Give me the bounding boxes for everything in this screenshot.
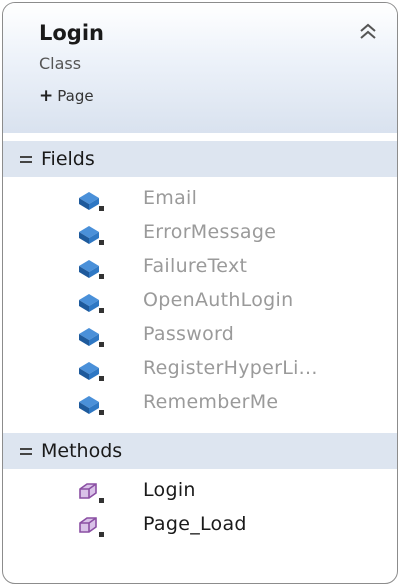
method-item[interactable]: Page_Load — [3, 509, 397, 543]
field-name: RegisterHyperLi... — [143, 357, 318, 379]
field-name: Password — [143, 323, 235, 345]
field-item[interactable]: OpenAuthLogin — [3, 285, 397, 319]
class-diagram-shape[interactable]: Login Class + Page Fields Email ErrorMess… — [2, 2, 398, 584]
methods-section-label: Methods — [41, 440, 123, 462]
field-item[interactable]: Email — [3, 183, 397, 217]
field-icon — [79, 226, 104, 245]
field-name: OpenAuthLogin — [143, 289, 294, 311]
method-icon — [79, 517, 104, 537]
field-name: RememberMe — [143, 391, 279, 413]
method-name: Page_Load — [143, 513, 247, 535]
field-icon — [79, 192, 104, 211]
method-icon — [79, 483, 104, 503]
field-item[interactable]: Password — [3, 319, 397, 353]
class-header: Login Class + Page — [3, 3, 397, 133]
field-name: Email — [143, 187, 198, 209]
collapse-section-icon[interactable] — [20, 448, 32, 455]
base-class-row: + Page — [39, 86, 94, 106]
fields-section-label: Fields — [41, 148, 95, 170]
method-name: Login — [143, 479, 196, 501]
field-name: FailureText — [143, 255, 248, 277]
field-icon — [79, 362, 104, 381]
class-title: Login — [39, 21, 104, 45]
field-item[interactable]: ErrorMessage — [3, 217, 397, 251]
field-item[interactable]: FailureText — [3, 251, 397, 285]
collapse-section-icon[interactable] — [20, 156, 32, 163]
base-class-label: Page — [57, 87, 94, 105]
field-icon — [79, 328, 104, 347]
inheritance-icon: + — [39, 86, 54, 106]
field-icon — [79, 260, 104, 279]
field-icon — [79, 396, 104, 415]
method-item[interactable]: Login — [3, 475, 397, 509]
field-item[interactable]: RememberMe — [3, 387, 397, 421]
fields-section-header[interactable]: Fields — [3, 141, 397, 177]
class-stereotype: Class — [39, 54, 82, 73]
double-chevron-up-icon[interactable] — [357, 21, 379, 43]
field-item[interactable]: RegisterHyperLi... — [3, 353, 397, 387]
field-icon — [79, 294, 104, 313]
field-name: ErrorMessage — [143, 221, 277, 243]
methods-section-header[interactable]: Methods — [3, 433, 397, 469]
